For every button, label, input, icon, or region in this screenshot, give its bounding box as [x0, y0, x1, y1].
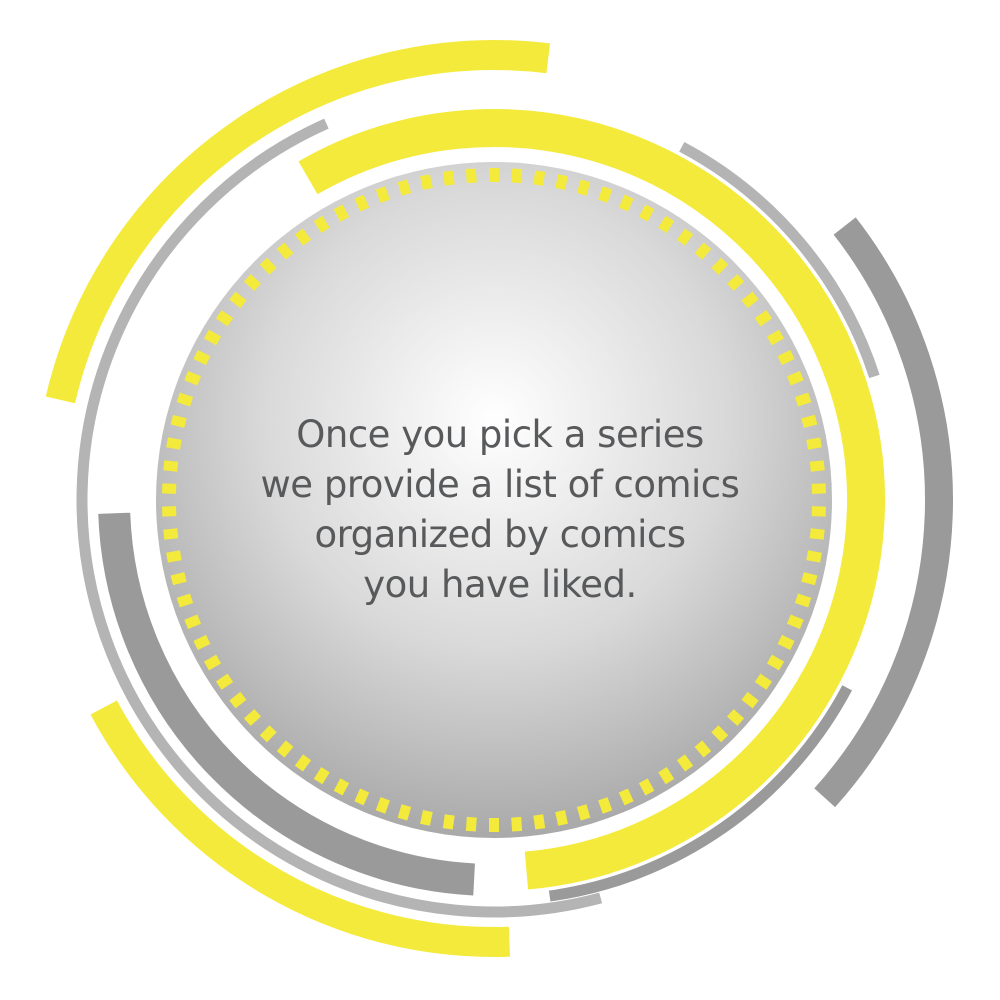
- tick-mark: [598, 797, 613, 814]
- tick-mark: [420, 810, 433, 826]
- tick-mark: [193, 634, 211, 651]
- tick-mark: [618, 788, 634, 806]
- tick-mark: [163, 528, 179, 540]
- tick-mark: [809, 460, 825, 472]
- tick-mark: [176, 392, 194, 407]
- tick-mark: [420, 174, 433, 190]
- tick-mark: [555, 810, 568, 826]
- tick-mark: [766, 654, 785, 671]
- tick-mark: [170, 414, 187, 428]
- tick-mark: [576, 179, 591, 196]
- tick-mark: [203, 329, 222, 346]
- tick-mark: [294, 228, 312, 246]
- tick-mark: [465, 168, 477, 184]
- tick-mark: [276, 242, 294, 260]
- caption-line-1: Once you pick a series: [296, 413, 704, 456]
- tick-mark: [576, 804, 591, 821]
- tick-mark: [511, 168, 523, 184]
- tick-mark: [465, 816, 477, 832]
- tick-mark: [229, 291, 247, 309]
- tick-mark: [658, 215, 675, 233]
- tick-mark: [638, 778, 655, 796]
- tick-mark: [166, 550, 182, 563]
- tick-mark: [375, 186, 390, 203]
- tick-mark: [333, 778, 350, 796]
- tick-mark: [676, 228, 694, 246]
- tick-mark: [694, 242, 712, 260]
- tick-mark: [598, 186, 613, 203]
- tick-mark: [777, 349, 795, 366]
- tick-mark: [511, 816, 523, 832]
- tick-mark: [676, 754, 694, 772]
- tick-mark: [442, 170, 455, 186]
- tick-mark: [184, 614, 202, 630]
- tick-mark: [243, 274, 262, 291]
- caption-line-2: we provide a list of comics: [260, 463, 740, 506]
- tick-mark: [215, 673, 234, 690]
- tick-mark: [397, 804, 412, 821]
- tick-mark: [276, 740, 294, 758]
- tick-mark: [259, 725, 277, 743]
- tick-mark: [354, 194, 370, 212]
- caption-line-3: organized by comics: [314, 513, 686, 556]
- tick-mark: [193, 349, 211, 366]
- tick-mark: [203, 654, 222, 671]
- tick-mark: [259, 257, 277, 275]
- tick-mark: [809, 528, 825, 540]
- tick-mark: [313, 767, 330, 785]
- tick-mark: [442, 814, 455, 830]
- tick-mark: [741, 291, 759, 309]
- tick-mark: [215, 310, 234, 327]
- tick-mark: [555, 174, 568, 190]
- tick-mark: [794, 392, 812, 407]
- tick-mark: [533, 170, 546, 186]
- tick-mark: [777, 634, 795, 651]
- tick-mark: [726, 274, 745, 291]
- tick-mark: [294, 754, 312, 772]
- tick-mark: [766, 329, 785, 346]
- tick-mark: [375, 797, 390, 814]
- tick-mark: [163, 460, 179, 472]
- tick-mark: [694, 740, 712, 758]
- tick-mark: [184, 370, 202, 386]
- tick-mark: [638, 204, 655, 222]
- tick-mark: [754, 310, 773, 327]
- tick-mark: [229, 691, 247, 709]
- tick-mark: [170, 572, 187, 586]
- tick-mark: [354, 788, 370, 806]
- tick-mark: [741, 691, 759, 709]
- tick-mark: [243, 709, 262, 726]
- tick-mark: [618, 194, 634, 212]
- tick-mark: [333, 204, 350, 222]
- tick-mark: [166, 437, 182, 450]
- tick-mark: [754, 673, 773, 690]
- tick-mark: [313, 215, 330, 233]
- tick-mark: [711, 725, 729, 743]
- tick-mark: [658, 767, 675, 785]
- tick-mark: [397, 179, 412, 196]
- caption-line-4: you have liked.: [363, 563, 637, 606]
- tick-mark: [533, 814, 546, 830]
- tick-mark: [726, 709, 745, 726]
- center-caption: Once you pick a series we provide a list…: [190, 410, 810, 610]
- tick-mark: [786, 614, 804, 630]
- tick-mark: [711, 257, 729, 275]
- tick-mark: [786, 370, 804, 386]
